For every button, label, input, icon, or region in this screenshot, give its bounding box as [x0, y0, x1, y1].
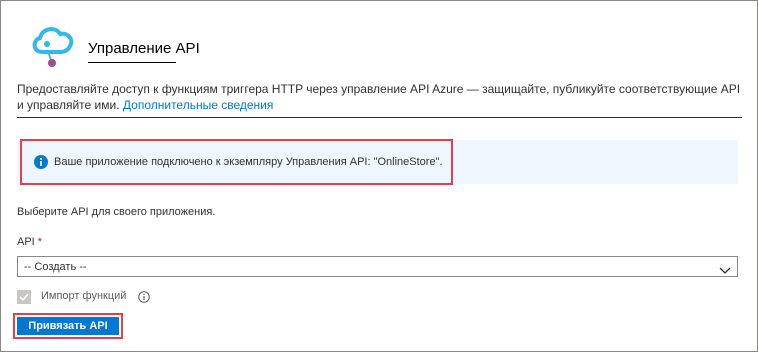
description: Предоставляйте доступ к функциям триггер…	[17, 81, 742, 113]
required-mark: *	[37, 236, 43, 248]
api-label-text: API	[17, 236, 35, 248]
choose-api-text: Выберите API для своего приложения.	[17, 206, 216, 218]
title-underline	[88, 62, 176, 63]
api-select[interactable]: -- Создать --	[17, 256, 738, 277]
link-api-button[interactable]: Привязать API	[17, 317, 119, 335]
api-select-value: -- Создать --	[24, 261, 87, 273]
info-highlight-box	[20, 139, 453, 185]
import-functions-label: Импорт функций	[41, 290, 127, 302]
api-management-logo-icon	[30, 22, 74, 70]
chevron-down-icon	[719, 262, 731, 274]
page-title: Управление API	[88, 40, 200, 57]
api-field-label: API *	[17, 236, 42, 248]
import-functions-checkbox[interactable]	[17, 290, 31, 304]
divider	[17, 117, 742, 118]
learn-more-link[interactable]: Дополнительные сведения	[123, 98, 273, 112]
info-tooltip-icon[interactable]	[138, 290, 150, 303]
